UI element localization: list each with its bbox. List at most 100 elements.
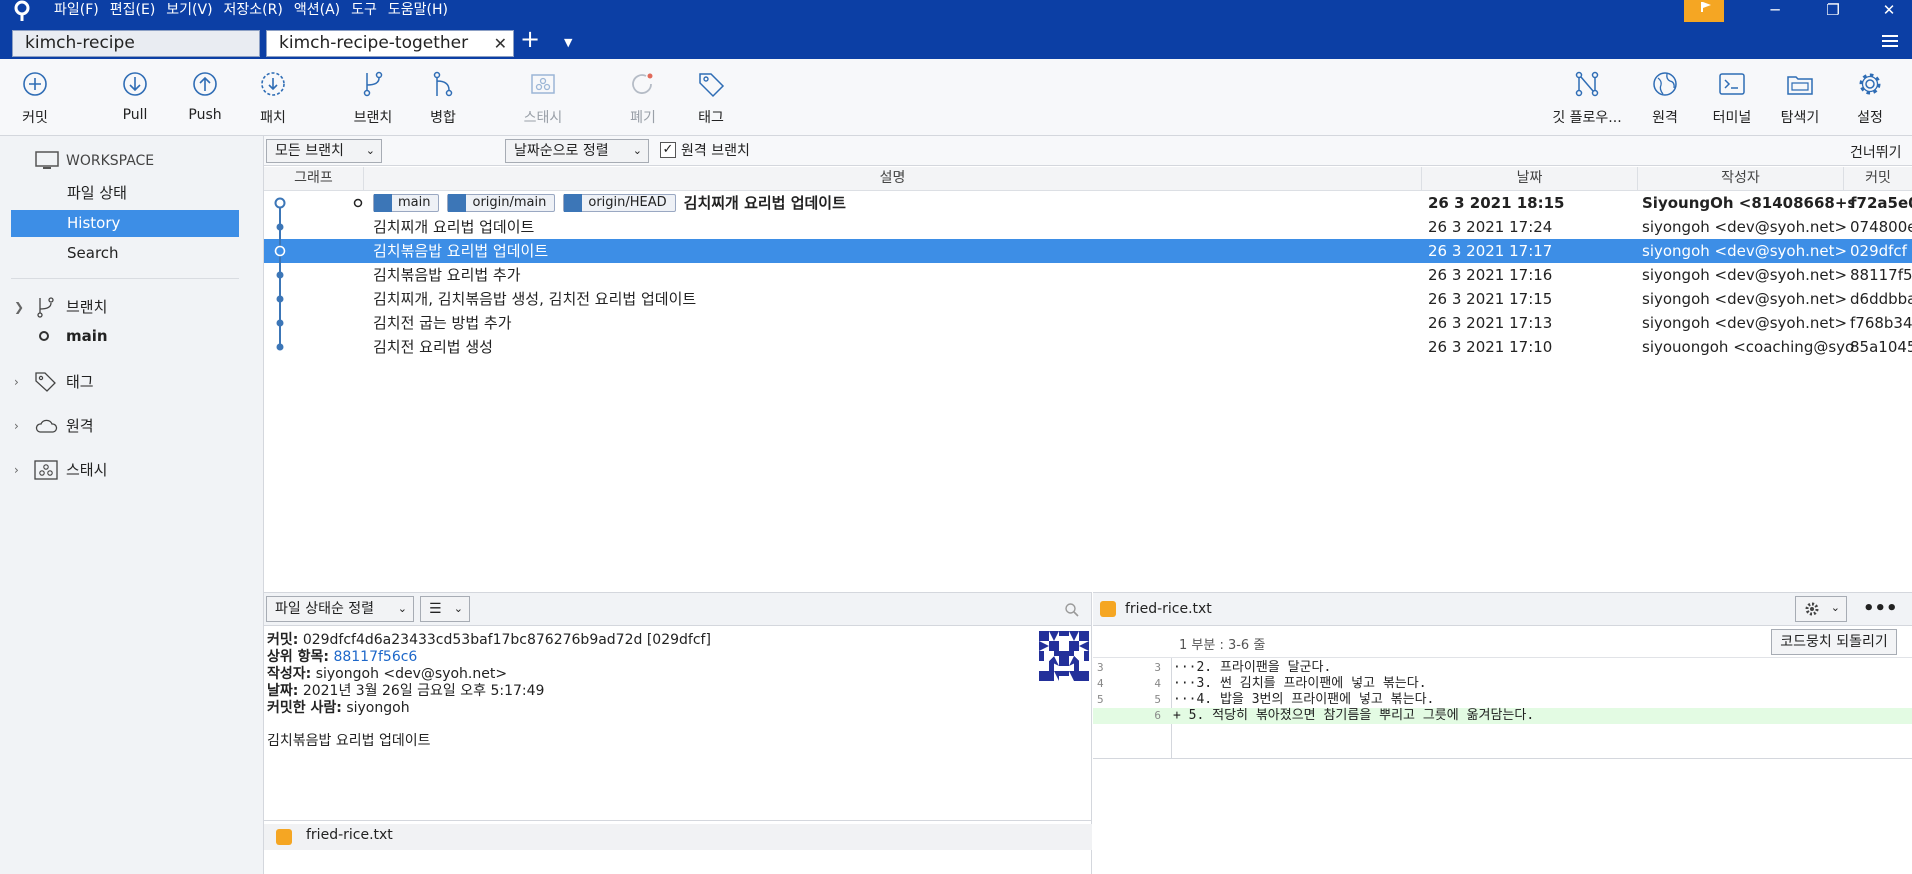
gear-icon — [1805, 602, 1819, 616]
modified-file-icon — [1100, 601, 1116, 617]
menu-file[interactable]: 파일(F) — [52, 0, 108, 22]
branch-icon — [363, 71, 383, 97]
sidebar: WORKSPACE 파일 상태 History Search ❯ 브랜치 mai… — [0, 136, 264, 874]
commit-button[interactable]: 커밋 — [0, 69, 70, 131]
list-view-icon: ☰ — [429, 601, 442, 617]
commit-row[interactable]: 김치찌개, 김치볶음밥 생성, 김치전 요리법 업데이트 26 3 2021 1… — [264, 287, 1912, 311]
commit-row[interactable]: 김치전 굽는 방법 추가 26 3 2021 17:13 siyongoh <d… — [264, 311, 1912, 335]
sidebar-group-tags[interactable]: › 태그 — [14, 368, 244, 396]
branch-ref-badge[interactable]: origin/HEAD — [563, 194, 676, 212]
stashes-label: 스태시 — [66, 461, 108, 479]
sidebar-item-search[interactable]: Search — [11, 240, 239, 267]
detail-label: 커밋한 사람: — [267, 700, 342, 716]
menu-tools[interactable]: 도구 — [349, 0, 386, 22]
branch-icon — [37, 297, 54, 318]
diff-end-divider — [1093, 758, 1912, 759]
diff-line-text: ···2. 프라이팬을 달군다. — [1173, 660, 1332, 675]
branch-ref-badge[interactable]: main — [373, 194, 440, 212]
explorer-button[interactable]: 탐색기 — [1765, 69, 1835, 131]
stash-button[interactable]: 스태시 — [508, 69, 578, 131]
remote-button[interactable]: 원격 — [1630, 69, 1700, 131]
sidebar-group-branches[interactable]: ❯ 브랜치 — [14, 293, 244, 321]
column-header-commit[interactable]: 커밋 — [1844, 167, 1912, 191]
commit-message: 김치찌개 요리법 업데이트 — [683, 194, 846, 212]
menu-repository[interactable]: 저장소(R) — [222, 0, 292, 22]
menu-actions[interactable]: 액션(A) — [292, 0, 349, 22]
more-options-icon[interactable]: ••• — [1863, 598, 1898, 619]
add-tab-button[interactable]: + — [520, 26, 540, 52]
ref-label: origin/HEAD — [588, 195, 667, 210]
commit-row[interactable]: 김치볶음밥 요리법 업데이트 26 3 2021 17:17 siyongoh … — [264, 239, 1912, 263]
menu-help[interactable]: 도움말(H) — [386, 0, 457, 22]
revert-hunk-button[interactable]: 코드뭉치 되돌리기 — [1771, 629, 1897, 655]
explorer-label: 탐색기 — [1780, 110, 1820, 126]
diff-options-dropdown[interactable]: ⌄ — [1795, 596, 1847, 622]
maximize-button[interactable]: ❐ — [1810, 0, 1856, 22]
commit-row[interactable]: 김치볶음밥 요리법 추가 26 3 2021 17:16 siyongoh <d… — [264, 263, 1912, 287]
sort-order-dropdown[interactable]: 날짜순으로 정렬 ⌄ — [505, 139, 649, 163]
pull-button[interactable]: Pull — [100, 69, 170, 131]
menu-view[interactable]: 보기(V) — [164, 0, 221, 22]
column-header-description[interactable]: 설명 — [364, 167, 1422, 191]
workspace-heading: WORKSPACE — [66, 153, 155, 169]
ref-label: main — [398, 195, 431, 210]
close-window-button[interactable]: ✕ — [1866, 0, 1912, 22]
discard-button[interactable]: 폐기 — [608, 69, 678, 131]
merge-button[interactable]: 병합 — [408, 69, 478, 131]
graph-node — [276, 271, 284, 279]
tab-kimch-recipe[interactable]: kimch-recipe — [12, 30, 260, 57]
tags-label: 태그 — [66, 373, 94, 391]
column-header-graph[interactable]: 그래프 — [264, 167, 364, 191]
sourcetree-window: 파일(F) 편집(E) 보기(V) 저장소(R) 액션(A) 도구 도움말(H)… — [0, 0, 1912, 874]
diff-line-added: 6 + 5. 적당히 볶아졌으면 참기름을 뿌리고 그릇에 옮겨담는다. — [1093, 708, 1912, 724]
commit-author: siyongoh <dev@syoh.net> — [1642, 266, 1848, 284]
stash-icon — [34, 460, 58, 480]
push-button[interactable]: Push — [170, 69, 240, 131]
commit-date: 26 3 2021 18:15 — [1428, 194, 1565, 212]
sidebar-group-remotes[interactable]: › 원격 — [14, 412, 244, 440]
remote-branches-checkbox[interactable]: ✓ — [660, 142, 676, 158]
notification-flag-button[interactable] — [1684, 0, 1724, 22]
diff-line-text: ···3. 썬 김치를 프라이팬에 넣고 볶는다. — [1173, 676, 1427, 691]
commit-row[interactable]: 김치전 요리법 생성 26 3 2021 17:10 siyouongoh <c… — [264, 335, 1912, 359]
tab-list-chevron-down-icon[interactable]: ▼ — [564, 36, 572, 49]
view-mode-dropdown[interactable]: ☰ ⌄ — [420, 596, 470, 622]
changed-files-list: fried-rice.txt — [264, 820, 1092, 874]
commit-plus-icon — [23, 72, 47, 96]
branch-ref-badge[interactable]: origin/main — [447, 194, 556, 212]
tag-button[interactable]: 태그 — [676, 69, 746, 131]
patch-button[interactable]: 패치 — [238, 69, 308, 131]
terminal-button[interactable]: 터미널 — [1697, 69, 1767, 131]
commit-message: 김치찌개, 김치볶음밥 생성, 김치전 요리법 업데이트 — [373, 290, 697, 308]
column-header-date[interactable]: 날짜 — [1422, 167, 1638, 191]
commit-author: siyongoh <dev@syoh.net> — [1642, 314, 1848, 332]
commit-date: 26 3 2021 17:16 — [1428, 266, 1553, 284]
minimize-button[interactable]: ─ — [1752, 0, 1798, 22]
menu-edit[interactable]: 편집(E) — [108, 0, 165, 22]
sidebar-group-stashes[interactable]: › 스태시 — [14, 456, 244, 484]
close-tab-icon[interactable]: ✕ — [494, 31, 507, 56]
sidebar-item-history[interactable]: History — [11, 210, 239, 237]
hamburger-menu-icon[interactable] — [1880, 33, 1900, 49]
folder-icon — [1787, 76, 1813, 95]
jump-to-label[interactable]: 건너뛰기 — [1850, 142, 1902, 162]
commit-hash: 88117f5 — [1850, 266, 1912, 284]
file-row[interactable]: fried-rice.txt — [264, 824, 1092, 850]
column-header-author[interactable]: 작성자 — [1638, 167, 1844, 191]
settings-button[interactable]: 설정 — [1835, 69, 1905, 131]
sidebar-branch-main[interactable]: main — [14, 322, 244, 350]
search-icon[interactable] — [1064, 602, 1080, 618]
commit-date: 26 3 2021 17:15 — [1428, 290, 1553, 308]
tag-label: 태그 — [698, 110, 724, 126]
commit-row[interactable]: 김치찌개 요리법 업데이트 26 3 2021 17:24 siyongoh <… — [264, 215, 1912, 239]
sidebar-divider — [11, 278, 239, 279]
commit-description: main origin/main origin/HEAD 김치찌개 요리법 업데이트 — [373, 191, 846, 215]
commit-row[interactable]: main origin/main origin/HEAD 김치찌개 요리법 업데이트 … — [264, 191, 1912, 215]
branch-button[interactable]: 브랜치 — [338, 69, 408, 131]
git-flow-button[interactable]: 깃 플로우... — [1546, 69, 1628, 131]
sidebar-item-file-status[interactable]: 파일 상태 — [11, 180, 239, 207]
chevron-right-icon: › — [14, 375, 19, 389]
branch-filter-dropdown[interactable]: 모든 브랜치 ⌄ — [266, 139, 382, 163]
tab-kimch-recipe-together[interactable]: kimch-recipe-together ✕ — [266, 30, 514, 57]
file-sort-dropdown[interactable]: 파일 상태순 정렬 ⌄ — [266, 596, 414, 622]
